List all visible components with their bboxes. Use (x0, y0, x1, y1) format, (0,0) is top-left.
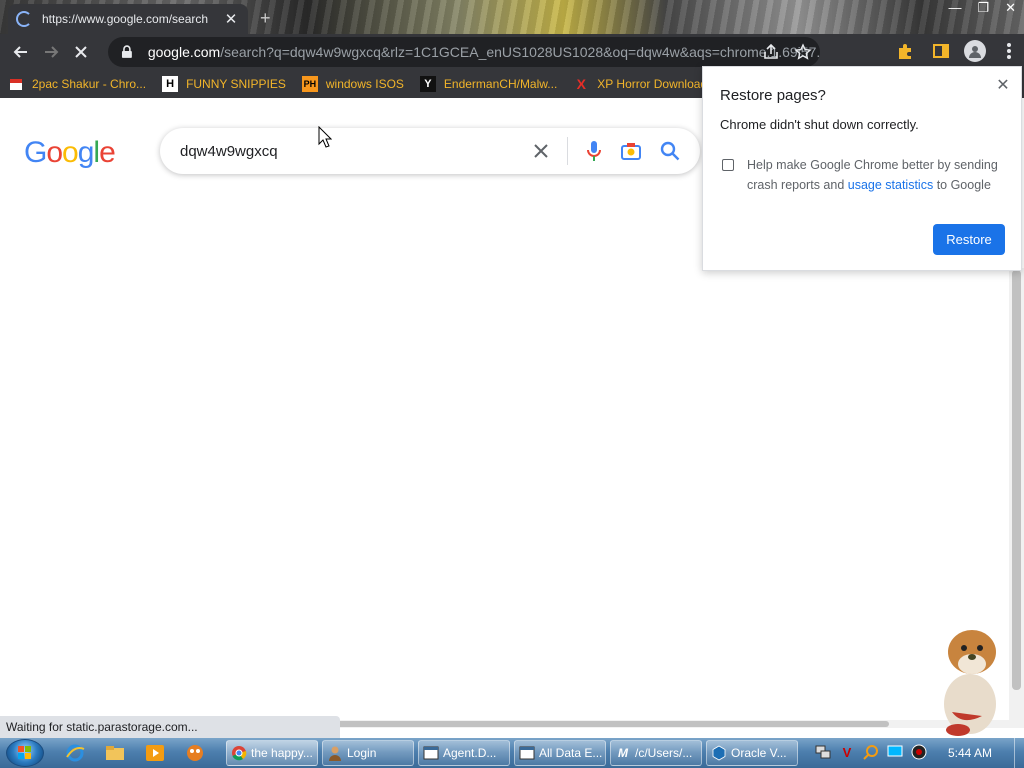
back-arrow-icon (13, 46, 27, 58)
window-icon (519, 745, 535, 761)
bookmark-endermanch[interactable]: Y EndermanCH/Malw... (419, 76, 557, 92)
loading-spinner-icon (16, 11, 32, 27)
start-button[interactable] (6, 739, 44, 767)
bookmark-windows-isos[interactable]: PH windows ISOS (301, 76, 404, 92)
address-bar[interactable]: google.com/search?q=dqw4w9wgxcq&rlz=1C1G… (108, 37, 820, 67)
lock-icon (121, 45, 132, 58)
restore-button[interactable]: Restore (933, 224, 1005, 255)
url-text: google.com/search?q=dqw4w9wgxcq&rlz=1C1G… (147, 44, 820, 60)
search-tray-icon[interactable] (862, 743, 880, 761)
bookmark-xp-horror[interactable]: X XP Horror Download (573, 76, 708, 92)
task-agent[interactable]: Agent.D... (418, 740, 510, 766)
logo-letter: o (62, 136, 79, 169)
divider (567, 137, 568, 165)
mouse-cursor-icon (318, 126, 332, 148)
tab-strip: https://www.google.com/search ✕ + — ❐ ✕ (0, 0, 1024, 34)
system-tray: V (814, 743, 928, 761)
browser-toolbar: google.com/search?q=dqw4w9wgxcq&rlz=1C1G… (0, 34, 1024, 70)
usage-statistics-link[interactable]: usage statistics (848, 178, 933, 192)
stop-loading-button[interactable] (66, 37, 96, 67)
virtualbox-icon (711, 745, 727, 761)
side-panel-icon[interactable] (928, 38, 954, 64)
tab-close-icon[interactable]: ✕ (222, 10, 240, 28)
quick-launch (64, 743, 206, 763)
bookmark-funny-snippies[interactable]: H FUNNY SNIPPIES (162, 76, 286, 92)
m-logo-icon: M (618, 746, 628, 760)
display-icon[interactable] (886, 743, 904, 761)
crash-report-checkbox[interactable] (722, 159, 734, 171)
network-icon[interactable] (814, 743, 832, 761)
search-query: dqw4w9wgxcq (180, 142, 278, 160)
file-explorer-icon[interactable] (104, 743, 126, 763)
back-button[interactable] (6, 37, 36, 67)
logo-letter: g (77, 136, 95, 169)
task-all-data[interactable]: All Data E... (514, 740, 606, 766)
yt-logo-icon: Y (419, 76, 436, 92)
clock[interactable]: 5:44 AM (948, 746, 992, 760)
restore-pages-dialog: Restore pages? ✕ Chrome didn't shut down… (702, 66, 1022, 271)
chrome-icon (231, 745, 247, 761)
bookmark-2pac[interactable]: 2pac Shakur - Chro... (8, 76, 146, 92)
task-login[interactable]: Login (322, 740, 414, 766)
show-desktop-button[interactable] (1014, 738, 1024, 768)
status-bubble: Waiting for static.parastorage.com... (0, 716, 340, 738)
share-icon[interactable] (762, 43, 780, 61)
clear-search-icon[interactable] (533, 143, 549, 159)
task-chrome[interactable]: the happy... (226, 740, 318, 766)
logo-letter: e (99, 136, 116, 169)
window-icon (423, 745, 439, 761)
google-logo[interactable]: Google (24, 136, 116, 170)
forward-arrow-icon (45, 46, 59, 58)
dialog-title: Restore pages? (720, 87, 826, 104)
minimize-button[interactable]: — (948, 0, 961, 16)
paint-app-icon[interactable] (184, 743, 206, 763)
bookmark-star-icon[interactable] (794, 43, 812, 61)
search-icon[interactable] (660, 141, 680, 161)
internet-explorer-icon[interactable] (64, 743, 86, 763)
user-icon (327, 745, 343, 761)
desktop-pet-hamster[interactable] (922, 612, 1014, 738)
restore-window-button[interactable]: ❐ (977, 0, 989, 16)
logo-letter: o (46, 136, 63, 169)
close-window-button[interactable]: ✕ (1005, 0, 1016, 16)
profile-avatar-icon[interactable] (964, 40, 986, 62)
media-player-icon[interactable] (144, 743, 166, 763)
h-logo-icon: H (162, 76, 179, 92)
screen: https://www.google.com/search ✕ + — ❐ ✕ … (0, 0, 1024, 768)
windows-logo-icon (18, 746, 31, 759)
v-logo-icon[interactable]: V (838, 743, 856, 761)
extensions-puzzle-icon[interactable] (892, 38, 918, 64)
window-controls: — ❐ ✕ (948, 0, 1016, 16)
logo-letter: G (24, 136, 47, 169)
new-tab-button[interactable]: + (260, 8, 271, 29)
record-icon[interactable] (910, 743, 928, 761)
ph-logo-icon: PH (301, 76, 318, 92)
x-logo-icon: X (576, 76, 586, 92)
camera-lens-icon[interactable] (620, 141, 642, 161)
search-input[interactable]: dqw4w9wgxcq (160, 128, 700, 174)
task-oracle-vm[interactable]: Oracle V... (706, 740, 798, 766)
task-terminal[interactable]: M /c/Users/... (610, 740, 702, 766)
microphone-icon[interactable] (586, 140, 602, 162)
tab-title: https://www.google.com/search (42, 12, 209, 26)
forward-button[interactable] (36, 37, 66, 67)
taskbar: the happy... Login Agent.D... All Data E… (0, 738, 1024, 768)
stop-x-icon (75, 46, 87, 58)
close-icon[interactable]: ✕ (993, 75, 1013, 95)
dialog-message: Chrome didn't shut down correctly. (720, 117, 919, 132)
menu-kebab-icon[interactable] (996, 38, 1022, 64)
calendar-icon (8, 76, 24, 92)
browser-tab[interactable]: https://www.google.com/search ✕ (8, 4, 248, 34)
taskbar-tasks: the happy... Login Agent.D... All Data E… (226, 740, 798, 766)
crash-report-label: Help make Google Chrome better by sendin… (747, 158, 998, 192)
